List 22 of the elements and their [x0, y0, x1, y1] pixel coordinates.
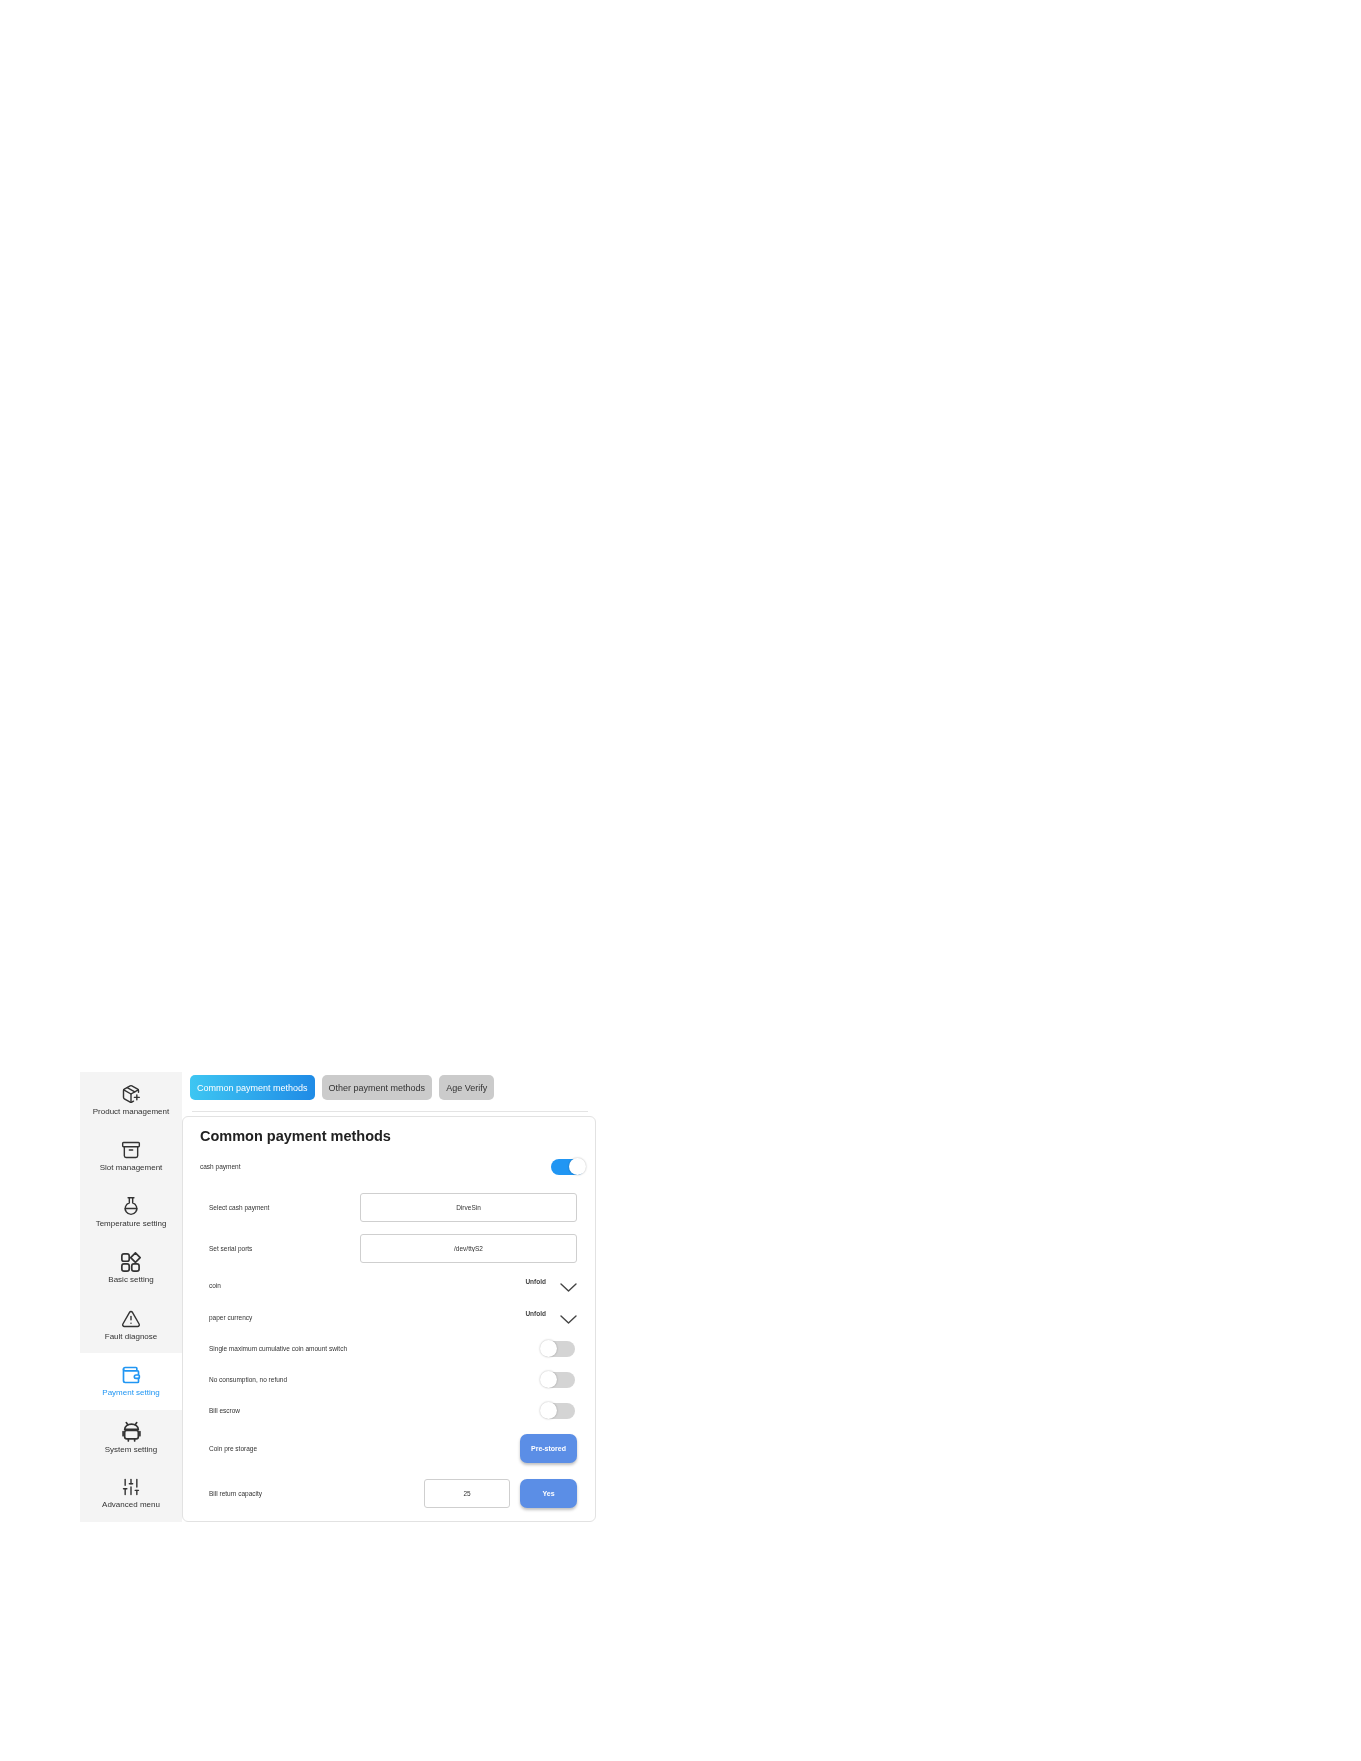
sidebar-item[interactable]: Product management: [80, 1072, 182, 1129]
sidebar-item[interactable]: Advanced menu: [80, 1465, 182, 1522]
sidebar-item[interactable]: Basic setting: [80, 1240, 182, 1297]
toggle-switch[interactable]: [541, 1402, 575, 1419]
toggle-switch[interactable]: [551, 1158, 585, 1175]
sidebar-item[interactable]: Slot management: [80, 1128, 182, 1185]
flask-icon: [121, 1196, 141, 1217]
warning-icon: [121, 1308, 141, 1329]
toggle-switch[interactable]: [541, 1340, 575, 1357]
panel-title: Common payment methods: [200, 1127, 391, 1146]
tab[interactable]: Other payment methods: [321, 1075, 433, 1100]
archive-box-icon: [121, 1139, 141, 1160]
robot-icon: [121, 1420, 141, 1442]
sliders-icon: [121, 1477, 141, 1498]
shapes-icon: [121, 1252, 141, 1273]
sidebar-item[interactable]: Temperature setting: [80, 1184, 182, 1241]
sidebar-item[interactable]: Fault diagnose: [80, 1297, 182, 1354]
tab[interactable]: Age Verify: [439, 1075, 495, 1100]
wallet-icon: [121, 1364, 141, 1385]
toggle-switch[interactable]: [541, 1371, 575, 1388]
sidebar-item[interactable]: System setting: [80, 1409, 182, 1466]
box-plus-icon: [121, 1083, 141, 1104]
